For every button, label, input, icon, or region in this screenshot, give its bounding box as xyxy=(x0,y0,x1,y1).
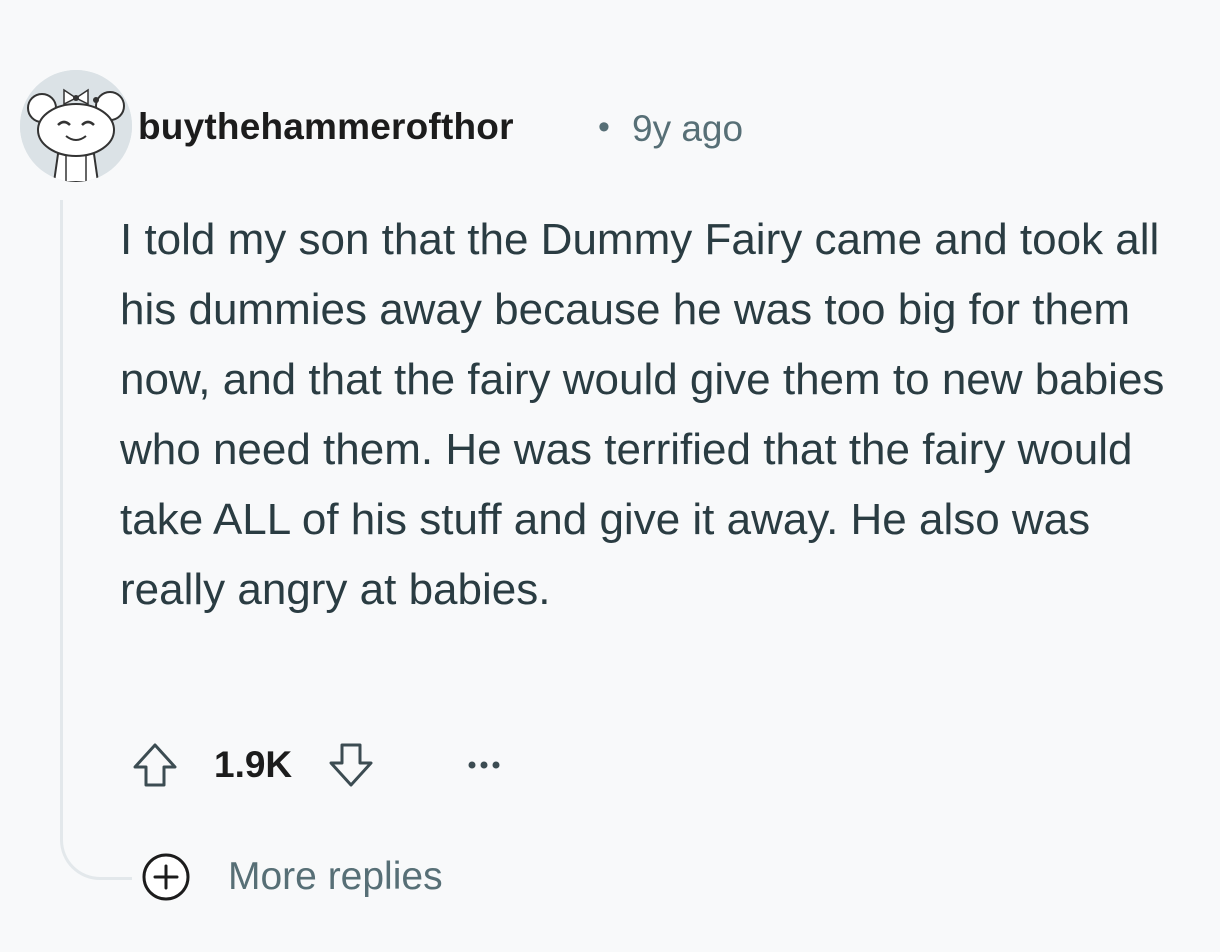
more-options-button[interactable] xyxy=(454,735,514,795)
downvote-button[interactable] xyxy=(316,730,386,800)
more-replies-button[interactable]: More replies xyxy=(140,845,443,909)
plus-circle-icon xyxy=(140,851,192,903)
upvote-arrow-icon xyxy=(133,743,177,787)
meta-separator: • xyxy=(598,108,610,146)
username[interactable]: buythehammerofthor xyxy=(138,106,514,148)
snoo-avatar-icon xyxy=(20,70,132,182)
ellipsis-icon xyxy=(468,761,500,769)
comment-body: I told my son that the Dummy Fairy came … xyxy=(120,215,1165,614)
vote-score: 1.9K xyxy=(214,744,293,785)
timestamp[interactable]: 9y ago xyxy=(632,108,743,150)
avatar[interactable] xyxy=(20,70,132,182)
downvote-arrow-icon xyxy=(329,743,373,787)
upvote-button[interactable] xyxy=(120,730,190,800)
comment-actions: 1.9K xyxy=(120,730,514,800)
more-replies-label: More replies xyxy=(228,855,443,898)
